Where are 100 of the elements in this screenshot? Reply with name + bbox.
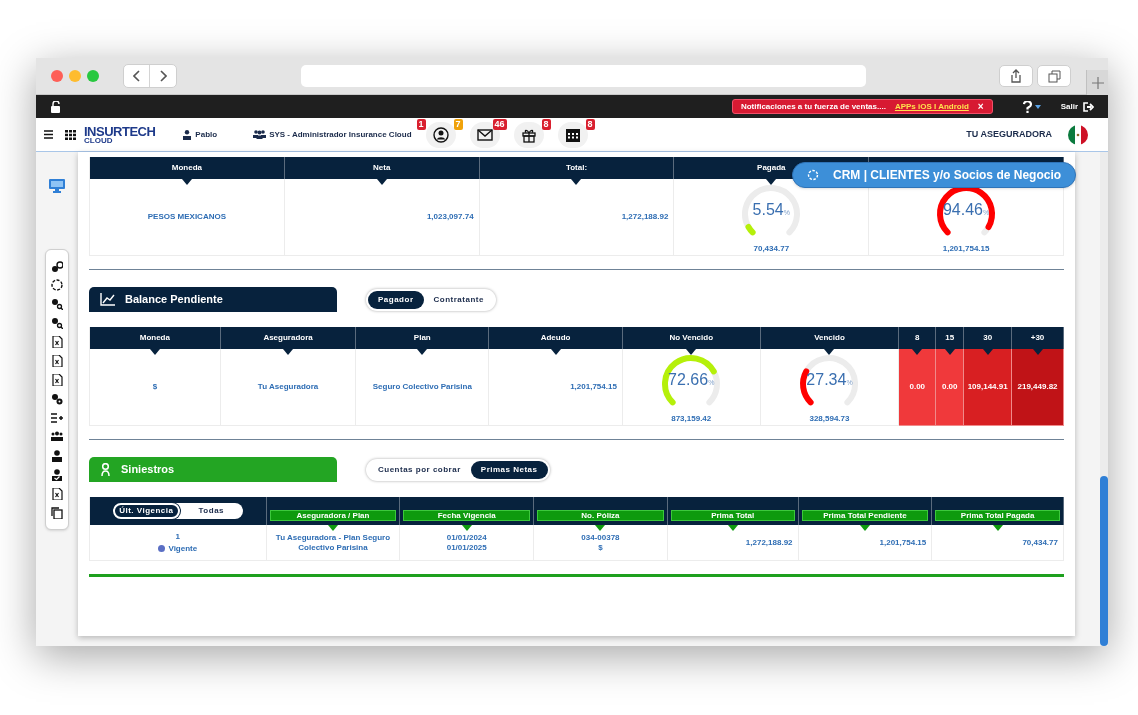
- aging-cell: 109,144.91: [964, 349, 1013, 426]
- mail-icon: [476, 126, 493, 143]
- amount-value: 1,201,754.15: [942, 243, 990, 255]
- cell-value: 1,272,188.92: [621, 211, 669, 223]
- amount-value: 873,159.42: [671, 413, 712, 425]
- role-label[interactable]: SYS - Administrador Insurance Cloud: [269, 128, 412, 141]
- toggle-option[interactable]: Pagador: [368, 291, 424, 309]
- exit-icon: [1083, 101, 1094, 112]
- amount-value: 328,594.73: [809, 413, 850, 425]
- notification-button[interactable]: [513, 121, 544, 148]
- gauge-track: [981, 224, 992, 236]
- count-badge: 7: [453, 118, 463, 130]
- cell-value: PESOS MEXICANOS: [147, 211, 226, 223]
- cell-value: 01/01/2025: [446, 542, 487, 553]
- aging-cell: 0.00: [936, 349, 965, 426]
- pointer-icon: [824, 349, 835, 355]
- cell-value: Tu Aseguradora - Plan Seguro Colectivo Parisina: [274, 532, 392, 553]
- add-list-icon[interactable]: [51, 412, 63, 424]
- pointer-icon: [283, 349, 294, 355]
- pointer-icon: [766, 179, 777, 185]
- filter-option[interactable]: Todas: [179, 503, 243, 519]
- monitor-icon[interactable]: [49, 179, 65, 193]
- target-icon[interactable]: [51, 279, 63, 291]
- gear-search-icon[interactable]: [51, 317, 63, 329]
- filter-option[interactable]: Últ. Vigencia: [112, 503, 180, 519]
- copy-icon[interactable]: [51, 507, 63, 519]
- gears-icon[interactable]: [51, 393, 63, 405]
- gauge-value: 5.54: [752, 202, 784, 218]
- gauge-value: 72.66: [668, 372, 709, 388]
- person-icon[interactable]: [51, 450, 63, 462]
- logout-button[interactable]: Salir: [1060, 100, 1078, 113]
- apps-grid-icon[interactable]: [65, 129, 76, 140]
- share-icon: [1010, 69, 1022, 83]
- gauge-value: 27.34: [806, 372, 847, 388]
- cell-value: $: [598, 542, 603, 553]
- notification-button[interactable]: [425, 121, 456, 148]
- people-icon[interactable]: [51, 431, 63, 443]
- user-name[interactable]: Pablo: [195, 128, 218, 141]
- pointer-icon: [149, 349, 160, 355]
- pointer-icon: [571, 179, 582, 185]
- pointer-icon: [461, 525, 472, 531]
- person-check-icon[interactable]: [51, 469, 63, 481]
- toggle-option[interactable]: Contratante: [423, 291, 494, 309]
- pointer-icon: [328, 525, 338, 531]
- column-header: Prima Total Pagada: [935, 510, 1060, 521]
- cell-value: Seguro Colectivo Parisina: [372, 381, 472, 393]
- cell-value: 034-00378: [581, 532, 620, 543]
- count-badge: 46: [492, 118, 507, 130]
- gear-search-icon[interactable]: [51, 298, 63, 310]
- aging-cell: 0.00: [899, 349, 937, 426]
- close-button[interactable]: ×: [977, 101, 984, 112]
- count-badge: 8: [585, 118, 595, 130]
- excel-file-icon[interactable]: [51, 488, 63, 500]
- cell-value: 01/01/2024: [446, 532, 487, 543]
- pointer-icon: [859, 525, 870, 531]
- calendar-icon: [564, 126, 581, 143]
- share-button[interactable]: [999, 65, 1033, 87]
- unlock-icon[interactable]: [50, 100, 62, 113]
- group-icon: [253, 130, 267, 139]
- toggle-option[interactable]: Cuentas por cobrar: [368, 461, 471, 479]
- section-title: Siniestros: [121, 462, 175, 478]
- gauge-track: [803, 355, 859, 406]
- chevron-right-icon: [159, 70, 167, 82]
- cell-value: $: [152, 381, 158, 393]
- user-icon: [183, 129, 192, 140]
- gauge-value: 94.46: [942, 202, 983, 218]
- section-title: Balance Pendiente: [125, 292, 223, 308]
- column-header: Prima Total Pendiente: [801, 510, 929, 521]
- pointer-icon: [376, 179, 387, 185]
- pointer-icon: [992, 525, 1003, 531]
- pointer-icon: [550, 349, 561, 355]
- logo-subtitle: CLOUD: [84, 136, 113, 145]
- cell-value: 1,023,097.74: [426, 211, 474, 223]
- pointer-icon: [595, 525, 606, 531]
- excel-file-icon[interactable]: [51, 336, 63, 348]
- scrollbar-thumb[interactable]: [1100, 476, 1108, 646]
- notification-text: Notificaciones a tu fuerza de ventas....: [740, 100, 886, 113]
- cell-value: 1,201,754.15: [879, 537, 927, 548]
- pointer-icon: [686, 349, 697, 355]
- caret-icon: [1034, 104, 1041, 109]
- help-menu[interactable]: [1022, 100, 1041, 113]
- excel-file-icon[interactable]: [51, 374, 63, 386]
- toggle-option[interactable]: Primas Netas: [470, 461, 548, 479]
- target-icon: [807, 169, 819, 181]
- gauge-track: [742, 185, 801, 236]
- logo-text: INSURTECH: [84, 124, 156, 138]
- pointer-icon: [417, 349, 428, 355]
- cell-value: Tu Aseguradora: [257, 381, 319, 393]
- excel-file-icon[interactable]: [51, 355, 63, 367]
- status-label: Vigente: [168, 542, 198, 555]
- pointer-icon: [727, 525, 738, 531]
- person-outline-icon: [100, 462, 111, 477]
- notification-button[interactable]: [557, 121, 588, 148]
- contact-icon: [432, 126, 449, 143]
- menu-icon[interactable]: [44, 130, 53, 139]
- row-number: 1: [175, 530, 181, 543]
- apps-link[interactable]: APPs iOS I Android: [894, 100, 969, 113]
- cell-value: 70,434.77: [1022, 537, 1058, 548]
- count-badge: 8: [541, 118, 551, 130]
- amount-value: 70,434.77: [753, 243, 790, 255]
